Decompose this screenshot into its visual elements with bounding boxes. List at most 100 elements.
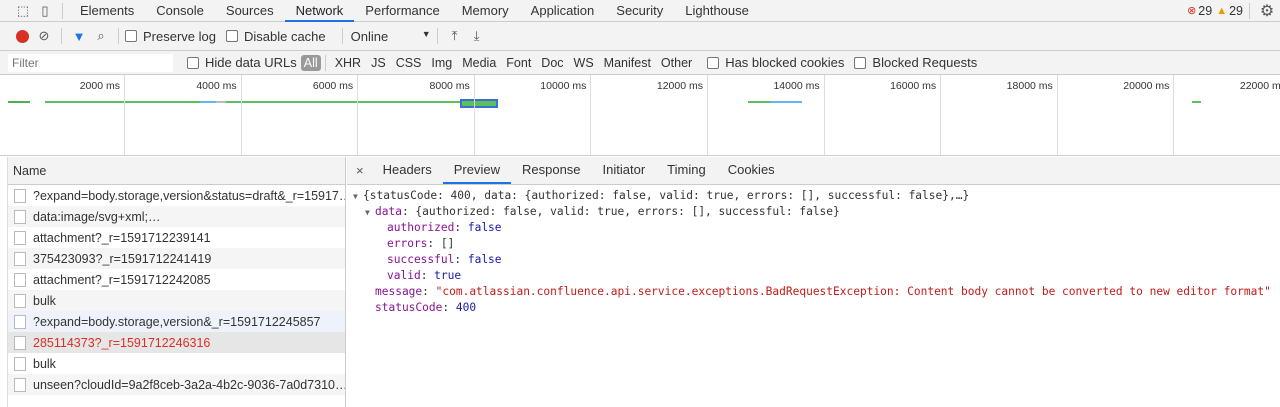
disable-cache-label: Disable cache [243, 28, 326, 44]
data-node[interactable]: ▼ data: {authorized: false, valid: true, … [347, 204, 1280, 220]
expand-triangle-icon[interactable]: ▼ [353, 189, 363, 205]
grid-line [940, 75, 942, 155]
detail-tab-timing[interactable]: Timing [656, 157, 717, 184]
detail-tab-cookies[interactable]: Cookies [717, 157, 786, 184]
request-name: data:image/svg+xml;… [33, 209, 161, 224]
request-row[interactable]: ?expand=body.storage,version&status=draf… [8, 185, 345, 206]
filter-type-js[interactable]: JS [366, 56, 391, 70]
devtools-tabbar: ⬚ ▯ Elements Console Sources Network Perform… [0, 0, 1280, 22]
data-field: errors: [] [387, 237, 455, 250]
import-har-icon[interactable]: ⤒ [444, 26, 466, 46]
tab-performance[interactable]: Performance [354, 0, 450, 22]
divider [324, 54, 326, 71]
grid-line [1173, 75, 1175, 155]
tab-console[interactable]: Console [145, 0, 215, 22]
filter-type-media[interactable]: Media [457, 56, 501, 70]
timeline-selected-bar[interactable] [460, 99, 498, 108]
filter-type-xhr[interactable]: XHR [330, 56, 366, 70]
request-name: attachment?_r=1591712239141 [33, 230, 211, 245]
tick-label: 14000 ms [773, 80, 820, 92]
grid-line [473, 75, 475, 155]
tab-network[interactable]: Network [284, 0, 355, 22]
document-icon [14, 356, 26, 371]
search-icon[interactable]: ⌕ [90, 26, 112, 46]
record-button[interactable] [11, 26, 33, 46]
blocked-requests-checkbox[interactable]: Blocked Requests [854, 55, 977, 70]
network-overview-timeline[interactable]: 2000 ms 4000 ms 6000 ms 8000 ms 10000 ms 1200… [0, 75, 1280, 156]
export-har-icon[interactable]: ⤓ [466, 26, 488, 46]
filter-type-doc[interactable]: Doc [536, 56, 568, 70]
request-row[interactable]: bulk [8, 290, 345, 311]
request-row[interactable]: data:image/svg+xml;… [8, 206, 345, 227]
field-key: valid [387, 269, 421, 282]
request-row[interactable]: 375423093?_r=1591712241419 [8, 248, 345, 269]
tab-elements[interactable]: Elements [69, 0, 145, 22]
request-row[interactable]: attachment?_r=1591712239141 [8, 227, 345, 248]
network-toolbar: ⊘ ▼ ⌕ Preserve log Disable cache Online ▼… [0, 22, 1280, 51]
tick-label: 10000 ms [540, 80, 587, 92]
error-count[interactable]: 29 [1198, 4, 1212, 18]
document-icon [14, 272, 26, 287]
timeline-bar [8, 101, 30, 103]
field-key: authorized [387, 221, 455, 234]
status-code-node: statusCode: 400 [375, 301, 477, 314]
hide-data-urls-label: Hide data URLs [205, 55, 297, 70]
request-row[interactable]: ?expand=body.storage,version&_r=15917122… [8, 311, 345, 332]
tick-label: 12000 ms [656, 80, 703, 92]
throttle-value: Online [350, 28, 389, 44]
tick-label: 4000 ms [196, 80, 237, 92]
error-icon: ⊗ [1187, 5, 1197, 17]
filter-type-img[interactable]: Img [426, 56, 457, 70]
name-column-header[interactable]: Name [8, 157, 345, 185]
detail-tab-headers[interactable]: Headers [372, 157, 443, 184]
tab-security[interactable]: Security [605, 0, 674, 22]
tab-sources[interactable]: Sources [215, 0, 285, 22]
filter-type-css[interactable]: CSS [391, 56, 427, 70]
filter-type-other[interactable]: Other [656, 56, 697, 70]
filter-input[interactable] [8, 53, 173, 72]
tick-label: 20000 ms [1123, 80, 1170, 92]
request-row[interactable]: 285114373?_r=1591712246316 [8, 332, 345, 353]
tab-memory[interactable]: Memory [451, 0, 520, 22]
close-icon[interactable]: × [347, 163, 372, 178]
divider [118, 28, 119, 44]
filter-type-manifest[interactable]: Manifest [599, 56, 656, 70]
divider [436, 28, 438, 44]
settings-gear-icon[interactable]: ⚙ [1256, 1, 1278, 21]
detail-tab-preview[interactable]: Preview [442, 157, 511, 184]
divider [341, 28, 343, 44]
expand-triangle-icon[interactable]: ▼ [365, 205, 375, 221]
clear-icon[interactable]: ⊘ [33, 26, 55, 46]
filter-icon[interactable]: ▼ [68, 26, 90, 46]
response-root[interactable]: ▼ {statusCode: 400, data: {authorized: fa… [347, 188, 1280, 204]
grid-line [1056, 75, 1058, 155]
preserve-log-checkbox[interactable]: Preserve log [125, 29, 216, 44]
request-row[interactable]: unseen?cloudId=9a2f8ceb-3a2a-4b2c-9036-7… [8, 374, 345, 395]
request-row[interactable]: attachment?_r=1591712242085 [8, 269, 345, 290]
tab-application[interactable]: Application [520, 0, 606, 22]
device-toolbar-icon[interactable]: ▯ [34, 1, 56, 21]
tick-label: 2000 ms [79, 80, 120, 92]
filter-type-font[interactable]: Font [501, 56, 536, 70]
message-node: message: "com.atlassian.confluence.api.s… [375, 285, 1271, 298]
filter-type-all[interactable]: All [300, 54, 321, 71]
tick-label: 8000 ms [429, 80, 470, 92]
tab-lighthouse[interactable]: Lighthouse [674, 0, 760, 22]
throttle-select[interactable]: Online ▼ [351, 29, 431, 44]
document-icon [14, 188, 26, 203]
warning-count[interactable]: 29 [1229, 4, 1243, 18]
inspect-element-icon[interactable]: ⬚ [12, 1, 34, 21]
root-summary: {statusCode: 400, data: {authorized: fal… [363, 189, 970, 202]
data-field: authorized: false [387, 221, 502, 234]
warning-icon: ▲ [1216, 4, 1228, 17]
hide-data-urls-checkbox[interactable]: Hide data URLs [187, 55, 297, 70]
request-row[interactable]: bulk [8, 353, 345, 374]
detail-tab-initiator[interactable]: Initiator [592, 157, 657, 184]
status-code-key: statusCode [375, 301, 443, 314]
grid-line [823, 75, 825, 155]
filter-type-ws[interactable]: WS [569, 56, 599, 70]
detail-tab-response[interactable]: Response [511, 157, 592, 184]
preserve-log-label: Preserve log [143, 28, 216, 44]
disable-cache-checkbox[interactable]: Disable cache [225, 28, 326, 44]
has-blocked-cookies-checkbox[interactable]: Has blocked cookies [707, 55, 844, 70]
